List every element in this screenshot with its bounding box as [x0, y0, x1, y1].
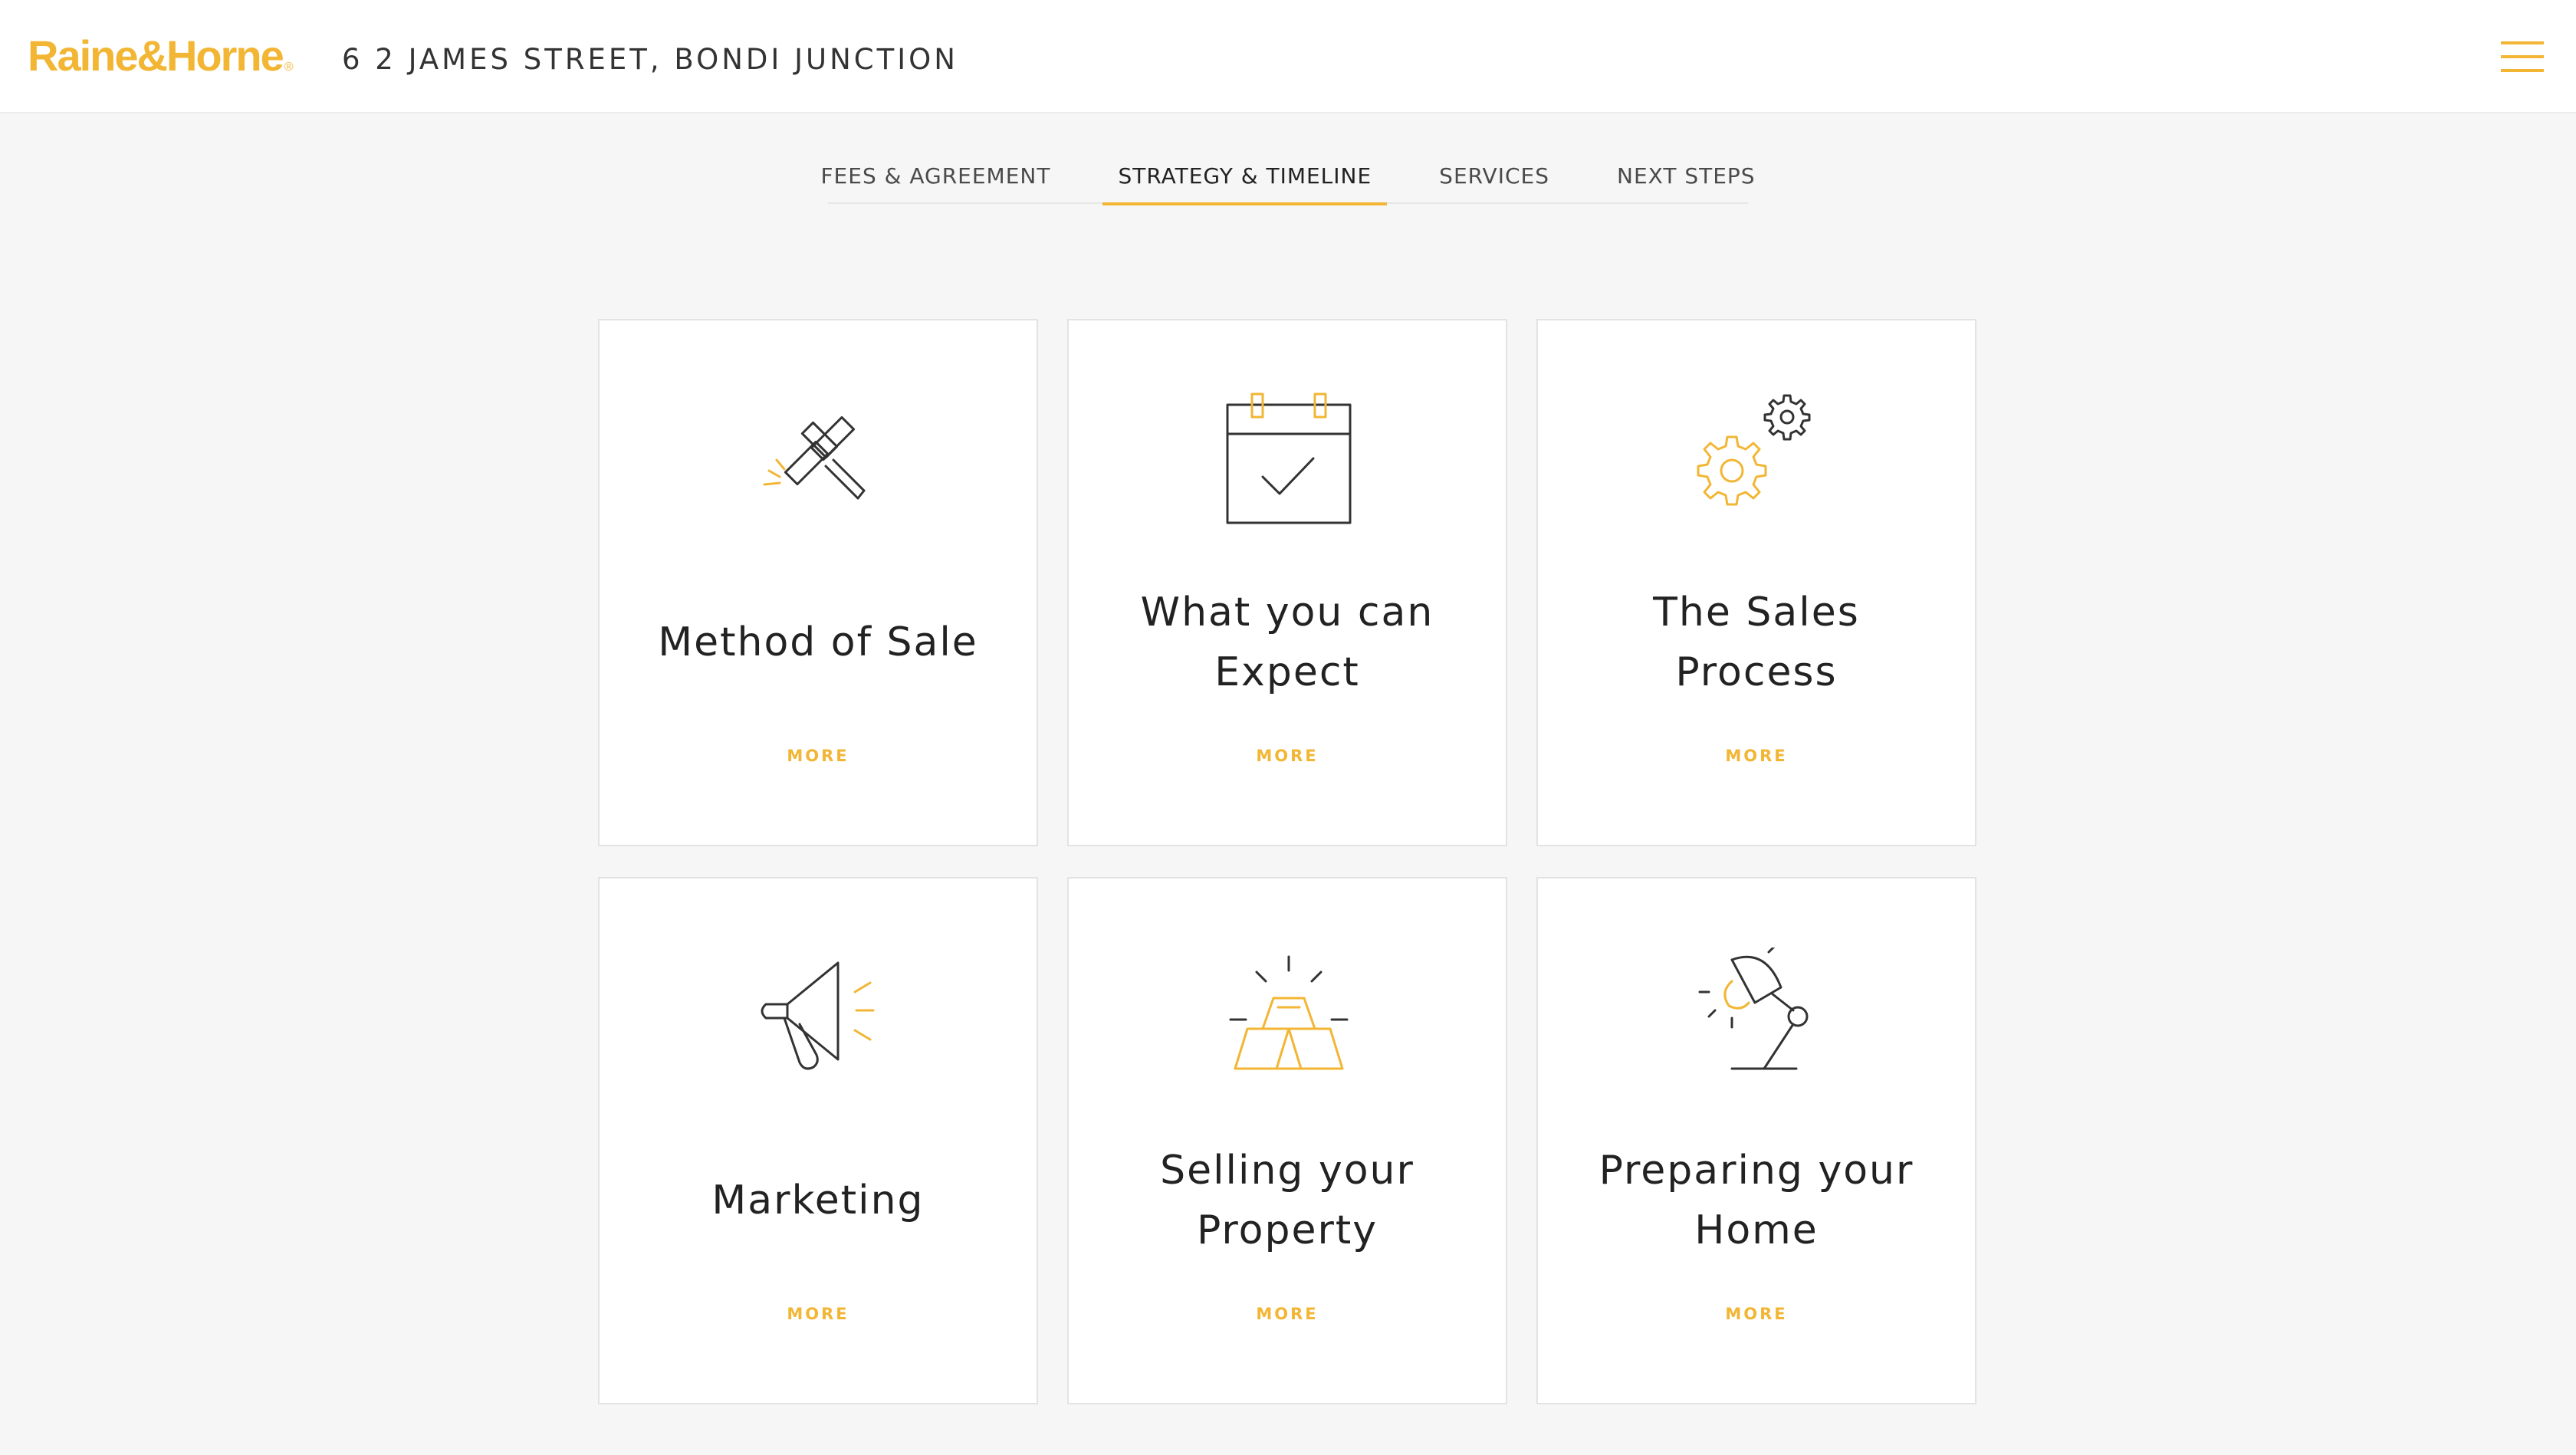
tab-services[interactable]: SERVICES [1424, 153, 1565, 204]
card-selling-your-property[interactable]: Selling your Property MORE [1067, 877, 1507, 1404]
card-title: What you can Expect [1140, 590, 1434, 695]
card-title: Selling your Property [1160, 1148, 1414, 1253]
more-link[interactable]: MORE [600, 747, 1037, 765]
card-preparing-your-home[interactable]: Preparing your Home MORE [1536, 877, 1976, 1404]
raine-horne-logo[interactable]: Raine&Horne ® [28, 31, 294, 80]
tab-fees-agreement[interactable]: FEES & AGREEMENT [805, 153, 1066, 204]
card-what-you-can-expect[interactable]: What you can Expect MORE [1067, 319, 1507, 846]
gears-icon [1681, 389, 1835, 543]
more-link[interactable]: MORE [600, 1305, 1037, 1323]
card-title: Method of Sale [658, 619, 978, 665]
megaphone-icon [743, 948, 896, 1101]
topic-card-grid: Method of Sale MORE What you can Expect … [598, 319, 1976, 1404]
section-tabs: FEES & AGREEMENT STRATEGY & TIMELINE SER… [820, 153, 1755, 205]
more-link[interactable]: MORE [1538, 747, 1975, 765]
more-link[interactable]: MORE [1069, 1305, 1506, 1323]
card-the-sales-process[interactable]: The Sales Process MORE [1536, 319, 1976, 846]
card-marketing[interactable]: Marketing MORE [598, 877, 1038, 1404]
property-address: 6 2 JAMES STREET, BONDI JUNCTION [342, 43, 958, 76]
gold-bars-icon [1212, 948, 1365, 1101]
tab-next-steps[interactable]: NEXT STEPS [1602, 153, 1771, 204]
card-method-of-sale[interactable]: Method of Sale MORE [598, 319, 1038, 846]
gavel-icon [743, 389, 896, 543]
card-title: Marketing [711, 1177, 925, 1223]
desk-lamp-icon [1681, 948, 1835, 1101]
more-link[interactable]: MORE [1069, 747, 1506, 765]
card-title: Preparing your Home [1598, 1148, 1914, 1253]
card-title: The Sales Process [1653, 590, 1860, 695]
more-link[interactable]: MORE [1538, 1305, 1975, 1323]
calendar-check-icon [1212, 389, 1365, 543]
top-header: Raine&Horne ® 6 2 JAMES STREET, BONDI JUN… [0, 0, 2576, 113]
hamburger-menu-icon[interactable] [2501, 41, 2544, 72]
tab-strategy-timeline[interactable]: STRATEGY & TIMELINE [1102, 153, 1387, 205]
